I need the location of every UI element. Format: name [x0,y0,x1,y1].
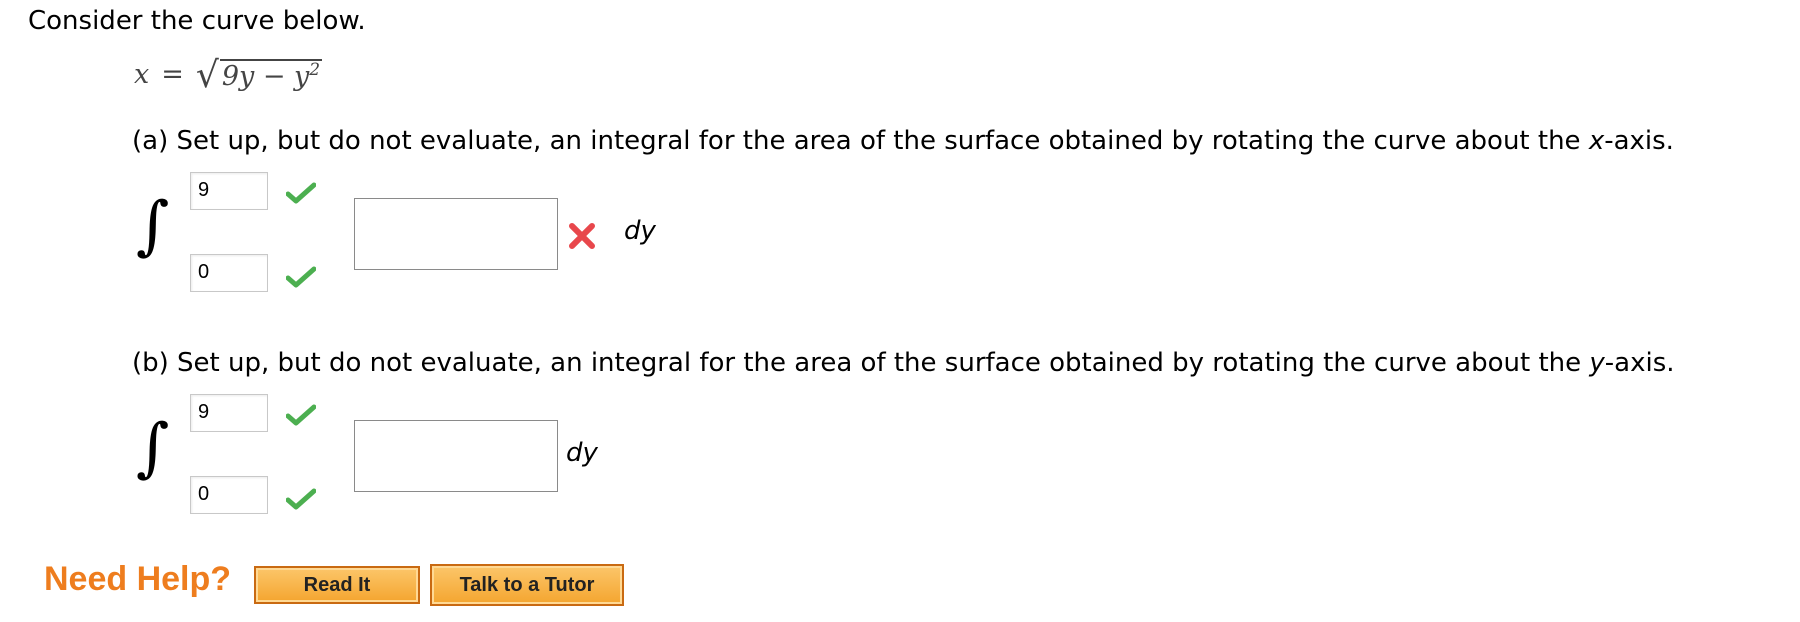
checkmark-icon [286,182,316,204]
upper-limit-input-b[interactable]: 9 [190,394,268,432]
differential-b: dy [566,438,598,468]
integrand-input-b[interactable] [354,420,558,492]
integral-sign-a: ∫ [136,189,170,263]
axis-label-b: y [1589,348,1605,378]
checkmark-icon [286,404,316,426]
differential-a: dy [624,216,656,246]
read-it-button[interactable]: Read It [254,566,420,604]
radical-sign-icon: √ [195,55,219,96]
equation-lhs: x [134,58,150,90]
need-help-label: Need Help? [44,560,232,598]
lower-limit-input-a[interactable]: 0 [190,254,268,292]
axis-label-a: x [1588,126,1605,156]
square-root: √ 9y − y2 [195,55,323,96]
intro-text: Consider the curve below. [28,6,366,36]
integrand-input-a[interactable] [354,198,558,270]
question-b: (b) Set up, but do not evaluate, an inte… [132,348,1675,378]
radicand: 9y − y2 [219,58,323,92]
curve-equation: x = √ 9y − y2 [134,55,323,96]
talk-to-tutor-button[interactable]: Talk to a Tutor [430,564,624,606]
integral-sign-b: ∫ [136,411,170,485]
question-a: (a) Set up, but do not evaluate, an inte… [132,126,1674,156]
equation-operator: = [161,58,184,90]
upper-limit-input-a[interactable]: 9 [190,172,268,210]
x-icon [568,222,596,250]
lower-limit-input-b[interactable]: 0 [190,476,268,514]
checkmark-icon [286,266,316,288]
checkmark-icon [286,488,316,510]
